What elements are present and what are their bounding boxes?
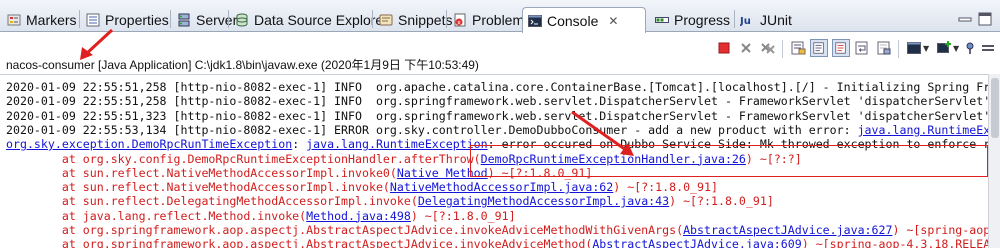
display-selected-console-button[interactable] xyxy=(906,40,922,56)
stacktrace-link[interactable]: DelegatingMethodAccessorImpl.java:43 xyxy=(418,194,669,208)
stacktrace-link[interactable]: java.lang.RuntimeExceptio xyxy=(858,123,988,137)
chevron-down-icon[interactable]: ▼ xyxy=(953,44,959,53)
tab-console[interactable]: Console ✕ xyxy=(522,7,646,33)
view-menu-icon xyxy=(982,45,994,51)
tab-label: Data Source Explorer xyxy=(254,12,388,28)
tab-data-source-explorer[interactable]: Data Source Explorer xyxy=(230,8,388,32)
pin-console-button[interactable] xyxy=(962,40,978,56)
markers-icon xyxy=(7,14,21,26)
tab-problems[interactable]: x Problems xyxy=(448,8,531,32)
tab-label: Snippets xyxy=(398,12,453,28)
tab-snippets[interactable]: Snippets xyxy=(374,8,452,32)
console-text: at org.sky.config.DemoRpcRuntimeExceptio… xyxy=(6,151,481,166)
show-stdout-button[interactable] xyxy=(810,39,828,57)
tab-properties[interactable]: Properties xyxy=(81,8,169,32)
show-stderr-icon xyxy=(835,42,846,54)
problems-icon: x xyxy=(454,13,466,27)
console-text: ) ~[spring-aop-4.3.18.RELEASE.jar xyxy=(801,237,988,248)
stacktrace-link[interactable]: DemoRpcRuntimeExceptionHandler.java:26 xyxy=(481,152,746,166)
stacktrace-link[interactable]: java.lang.RuntimeException xyxy=(306,137,487,151)
vertical-scrollbar[interactable] xyxy=(988,74,1000,248)
chevron-down-icon[interactable]: ▼ xyxy=(923,44,929,53)
stacktrace-link[interactable]: Method.java:498 xyxy=(306,209,411,223)
show-stdout-icon xyxy=(813,42,824,54)
terminate-button[interactable] xyxy=(716,40,732,56)
console-text: 2020-01-09 22:55:53,134 [http-nio-8082-e… xyxy=(6,122,858,137)
console-text: at sun.reflect.NativeMethodAccessorImpl.… xyxy=(6,180,390,195)
scroll-lock-button[interactable] xyxy=(790,40,806,56)
stacktrace-link[interactable]: NativeMethodAccessorImpl.java:62 xyxy=(390,180,613,194)
remove-all-terminated-button[interactable] xyxy=(760,40,776,56)
console-text: ) ~[?:1.8.0_91] xyxy=(613,180,718,195)
open-console-icon xyxy=(937,41,951,53)
console-text: ) ~[?:1.8.0_91] xyxy=(487,165,593,180)
terminate-icon xyxy=(718,42,730,54)
console-text: ) ~[spring-aop-4.3.1 xyxy=(892,223,988,237)
console-text: ) ~[?:1.8.0_91] xyxy=(410,208,516,223)
console-text: at sun.reflect.DelegatingMethodAccessorI… xyxy=(6,194,418,209)
stacktrace-link[interactable]: Native Method xyxy=(397,166,488,180)
svg-text:Ju: Ju xyxy=(740,16,751,27)
clear-console-icon xyxy=(877,41,891,55)
word-wrap-icon xyxy=(855,41,868,55)
stacktrace-link[interactable]: org.sky.exception.DemoRpcRunTimeExceptio… xyxy=(6,137,292,151)
tab-progress[interactable]: Progress xyxy=(650,8,730,32)
display-selected-console-icon xyxy=(907,42,921,54)
console-text: at sun.reflect.NativeMethodAccessorImpl.… xyxy=(6,165,397,180)
tab-markers[interactable]: Markers xyxy=(2,8,78,32)
word-wrap-button[interactable] xyxy=(854,40,870,56)
tab-label: Markers xyxy=(26,12,77,28)
junit-icon: Ju xyxy=(740,16,751,27)
view-menu-button[interactable] xyxy=(980,40,996,56)
properties-icon xyxy=(86,13,100,27)
tab-servers[interactable]: Servers xyxy=(172,8,244,32)
minimize-icon[interactable] xyxy=(958,15,972,25)
open-console-button[interactable] xyxy=(936,40,952,56)
tab-label: Properties xyxy=(105,12,169,28)
close-icon[interactable]: ✕ xyxy=(608,14,618,28)
console-text: 2020-01-09 22:55:51,323 [http-nio-8082-e… xyxy=(6,108,988,123)
stacktrace-link[interactable]: AbstractAspectJAdvice.java:627 xyxy=(683,223,892,237)
data-source-icon xyxy=(236,13,248,27)
console-text: : xyxy=(292,137,307,152)
tab-label: Console xyxy=(547,12,599,29)
snippets-icon xyxy=(379,14,393,26)
console-text: ) ~[?:?] xyxy=(745,151,802,166)
maximize-icon[interactable] xyxy=(978,12,992,26)
progress-icon xyxy=(655,17,669,23)
console-line: at org.springframework.aop.aspectj.Abstr… xyxy=(6,236,988,248)
scrollbar-thumb[interactable] xyxy=(991,78,999,138)
view-tab-bar: Markers Properties Servers Data Source E… xyxy=(0,0,1000,33)
tab-label: Progress xyxy=(674,12,731,28)
console-text: at org.springframework.aop.aspectj.Abstr… xyxy=(6,237,593,248)
console-output[interactable]: 2020-01-09 22:55:51,258 [http-nio-8082-e… xyxy=(0,74,988,248)
tab-junit[interactable]: Ju JUnit xyxy=(736,8,796,32)
console-text: 2020-01-09 22:55:51,258 [http-nio-8082-e… xyxy=(6,94,988,109)
console-text: ) ~[?:1.8.0_91] xyxy=(669,194,774,209)
show-stderr-button[interactable] xyxy=(832,39,850,57)
tab-label: JUnit xyxy=(760,12,792,28)
console-icon xyxy=(528,14,542,27)
remove-launch-icon xyxy=(741,43,751,53)
remove-launch-button[interactable] xyxy=(738,40,754,56)
console-text: 2020-01-09 22:55:51,258 [http-nio-8082-e… xyxy=(6,80,988,94)
console-text: at java.lang.reflect.Method.invoke( xyxy=(6,208,307,223)
stacktrace-link[interactable]: AbstractAspectJAdvice.java:609 xyxy=(592,237,801,248)
console-text: at org.springframework.aop.aspectj.Abstr… xyxy=(6,223,684,237)
process-label: nacos-consumer [Java Application] C:\jdk… xyxy=(6,58,479,72)
pin-console-icon xyxy=(966,42,974,54)
scroll-lock-icon xyxy=(791,41,806,55)
clear-console-button[interactable] xyxy=(876,40,892,56)
console-text: : error occured on Dubbo Service Side: M… xyxy=(487,137,988,152)
servers-icon xyxy=(178,13,190,27)
svg-text:x: x xyxy=(457,20,461,27)
remove-all-terminated-icon xyxy=(761,43,775,54)
